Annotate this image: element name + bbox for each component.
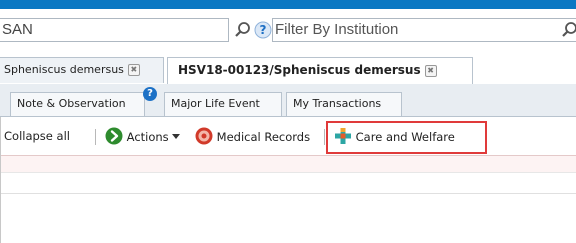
collapse-all-button[interactable]: Collapse all: [4, 127, 70, 145]
collapse-all-label: Collapse all: [4, 129, 70, 143]
help-icon[interactable]: ?: [254, 21, 272, 39]
help-badge-icon[interactable]: ?: [143, 87, 157, 101]
toolbar-divider: [324, 129, 325, 145]
identifier-search-input[interactable]: SAN: [0, 18, 229, 42]
record-tab-spheniscus[interactable]: Spheniscus demersus ✖: [0, 57, 164, 83]
toolbar-divider: [95, 129, 96, 145]
tab-label: My Transactions: [293, 97, 382, 110]
tab-note-observation[interactable]: Note & Observation: [10, 92, 145, 116]
tab-label: Major Life Event: [171, 97, 260, 110]
tab-my-transactions[interactable]: My Transactions: [286, 92, 402, 116]
tab-label: Note & Observation: [17, 97, 126, 110]
tab-major-life-event[interactable]: Major Life Event: [164, 92, 282, 116]
record-tab-label: Spheniscus demersus: [4, 63, 124, 76]
identifier-search-value: SAN: [2, 21, 33, 38]
panel-left-border: [0, 117, 1, 243]
sub-tab-strip: Note & Observation ? Major Life Event My…: [0, 84, 576, 117]
toolbar: Collapse all Actions Medical Records Car…: [0, 117, 576, 156]
svg-text:?: ?: [260, 23, 267, 37]
chevron-down-icon: [172, 134, 181, 139]
content-header-row: [0, 156, 576, 173]
content-divider: [0, 193, 576, 194]
close-icon[interactable]: ✖: [424, 64, 437, 77]
arrow-right-icon: [105, 127, 123, 145]
institution-search-icon[interactable]: [561, 21, 576, 39]
care-and-welfare-highlight: [326, 121, 487, 154]
top-accent-bar: [0, 0, 576, 9]
institution-filter-placeholder: Filter By Institution: [275, 21, 399, 38]
record-tab-strip: Spheniscus demersus ✖ HSV18-00123/Sphenis…: [0, 57, 576, 85]
close-icon[interactable]: ✖: [127, 64, 140, 76]
institution-filter-input[interactable]: Filter By Institution: [272, 18, 576, 42]
actions-menu-button[interactable]: Actions: [105, 127, 181, 146]
medical-records-button[interactable]: Medical Records: [195, 127, 310, 146]
record-tab-hsv18-00123[interactable]: HSV18-00123/Spheniscus demersus ✖: [167, 57, 473, 85]
search-row: SAN ? Filter By Institution: [0, 15, 576, 45]
medical-icon: [195, 127, 213, 145]
actions-label: Actions: [126, 130, 169, 144]
record-tab-label: HSV18-00123/Spheniscus demersus: [178, 63, 421, 77]
search-icon[interactable]: [234, 21, 252, 39]
medical-records-label: Medical Records: [216, 130, 311, 144]
